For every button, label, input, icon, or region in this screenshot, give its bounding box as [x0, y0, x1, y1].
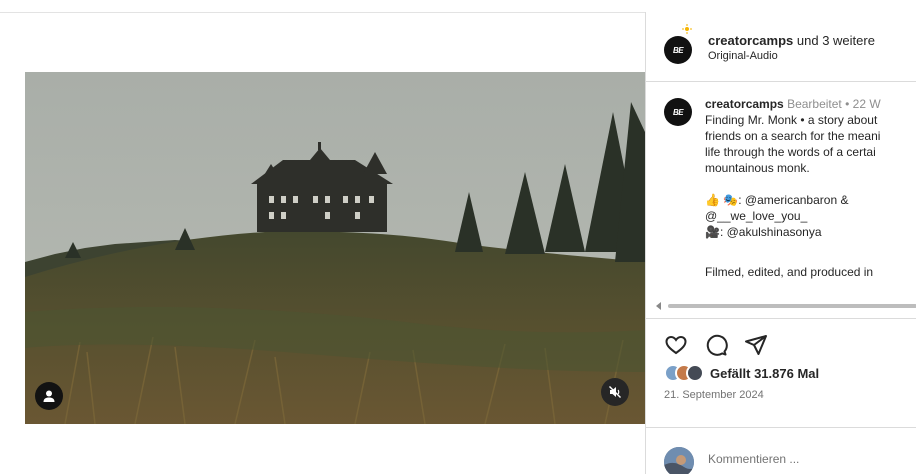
- caption-mention-link[interactable]: @__we_love_you_: [705, 208, 807, 224]
- caption-author-link[interactable]: creatorcamps: [705, 97, 784, 111]
- comment-icon[interactable]: [704, 333, 728, 357]
- user-icon: [43, 390, 55, 402]
- account-avatar[interactable]: BE: [664, 36, 692, 64]
- caption-header-line: creatorcamps Bearbeitet • 22 W: [705, 96, 881, 112]
- muted-speaker-icon: [609, 386, 621, 398]
- sparkle-icon: [682, 24, 692, 34]
- header-title[interactable]: creatorcamps und 3 weitere: [708, 33, 875, 48]
- scrollbar-thumb[interactable]: [668, 304, 916, 308]
- edited-label: Bearbeitet: [787, 97, 842, 111]
- liker-avatar: [686, 364, 704, 382]
- avatar-logo-text: BE: [672, 45, 684, 55]
- audio-link[interactable]: Original-Audio: [708, 50, 778, 62]
- heart-icon[interactable]: [664, 333, 688, 357]
- caption-text-line: mountainous monk.: [705, 161, 810, 175]
- comment-input[interactable]: [708, 452, 908, 466]
- caption-separator: •: [841, 97, 853, 111]
- collaborators-link[interactable]: und 3 weitere: [793, 33, 875, 48]
- post-side-panel: BE creatorcamps und 3 weitere Original-A…: [645, 12, 916, 474]
- caption-text-line: Filmed, edited, and produced in: [705, 265, 874, 279]
- share-icon[interactable]: [744, 333, 768, 357]
- comment-row: [646, 427, 916, 474]
- post-date[interactable]: 21. September 2024: [664, 389, 764, 401]
- video-player[interactable]: [25, 72, 645, 424]
- action-bar: [646, 318, 916, 358]
- caption-area: BE creatorcamps Bearbeitet • 22 W Findin…: [646, 82, 916, 302]
- scroll-left-arrow-icon[interactable]: [656, 302, 661, 310]
- likes-count[interactable]: Gefällt 31.876 Mal: [710, 366, 819, 381]
- horizontal-scrollbar[interactable]: [654, 302, 916, 310]
- caption-credit-line: 👍 🎭: @americanbaron &: [705, 193, 849, 207]
- post-age: 22 W: [852, 97, 881, 111]
- post-header: BE creatorcamps und 3 weitere Original-A…: [646, 12, 916, 82]
- caption-text-line: Finding Mr. Monk • a story about: [705, 113, 878, 127]
- caption-text-line: life through the words of a certai: [705, 145, 876, 159]
- caption-credit-line: 🎥: @akulshinasonya: [705, 225, 822, 239]
- caption-author-avatar[interactable]: BE: [664, 98, 692, 126]
- mute-toggle-button[interactable]: [601, 378, 629, 406]
- account-name-link[interactable]: creatorcamps: [708, 33, 793, 48]
- current-user-avatar: [664, 447, 694, 474]
- avatar-logo-text: BE: [672, 107, 684, 117]
- tagged-users-button[interactable]: [35, 382, 63, 410]
- video-frame-image: [25, 72, 645, 424]
- caption-text-line: friends on a search for the meani: [705, 129, 881, 143]
